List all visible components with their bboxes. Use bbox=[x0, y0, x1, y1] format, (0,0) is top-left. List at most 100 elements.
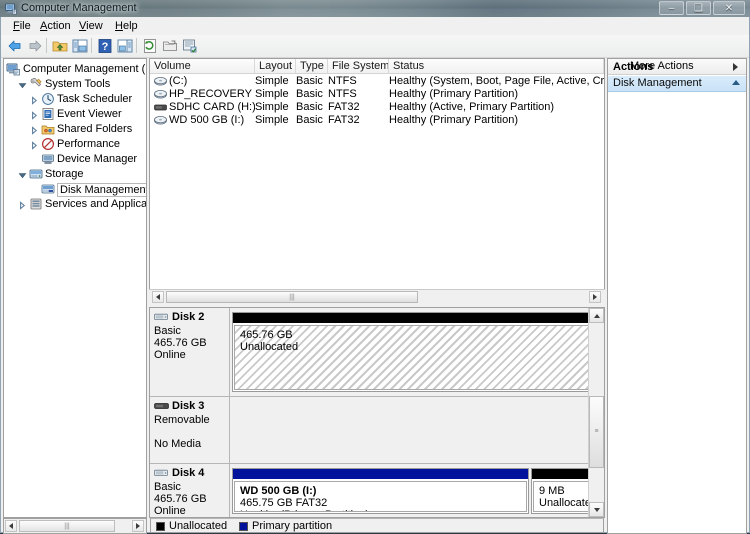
tree-item-performance[interactable]: Performance bbox=[4, 137, 146, 152]
show-hide-action-pane-icon[interactable] bbox=[117, 38, 133, 54]
volume-row[interactable]: WD 500 GB (I:) Simple Basic FAT32 Healthy (P… bbox=[150, 114, 604, 127]
list-scroll-left-button[interactable] bbox=[152, 291, 164, 303]
list-scroll-thumb[interactable]: ||| bbox=[166, 291, 418, 303]
menu-help[interactable]: Help bbox=[111, 20, 142, 32]
disk-graphical-view[interactable]: Disk 2 Basic 465.76 GB Online 465.76 GB Unall… bbox=[149, 307, 605, 518]
column-header-type[interactable]: Type bbox=[296, 59, 328, 73]
refresh-icon[interactable] bbox=[142, 38, 158, 54]
console-tree[interactable]: Computer Management (Local System Tools Ta… bbox=[3, 58, 147, 518]
storage-icon bbox=[29, 169, 43, 179]
tree-item-system-tools[interactable]: System Tools bbox=[4, 77, 146, 92]
system-tools-icon bbox=[30, 78, 42, 87]
column-header-status[interactable]: Status bbox=[389, 59, 604, 73]
performance-icon bbox=[41, 137, 55, 151]
partition[interactable]: 9 MB Unallocate bbox=[531, 468, 591, 514]
disk-name: Disk 3 bbox=[172, 400, 205, 412]
title-bar[interactable]: Computer Management – ❑ ✕ bbox=[0, 0, 750, 17]
client-area: File Action View Help ? Computer Managem… bbox=[0, 17, 750, 534]
partition-body: WD 500 GB (I:)465.75 GB FAT32Healthy (Pr… bbox=[234, 481, 527, 512]
removable-disk-icon bbox=[154, 403, 169, 409]
volume-icon bbox=[154, 77, 167, 86]
chevron-up-icon[interactable] bbox=[732, 80, 740, 85]
tree-item-task-scheduler[interactable]: Task Scheduler bbox=[4, 92, 146, 107]
legend-swatch bbox=[239, 522, 248, 531]
actions-group-label: Disk Management bbox=[613, 77, 702, 89]
disk-line-1: Removable bbox=[154, 414, 210, 426]
tree-scroll-right-button[interactable] bbox=[132, 520, 144, 532]
tree-item-storage[interactable]: Storage bbox=[4, 167, 146, 182]
graph-scroll-thumb[interactable]: ≡ bbox=[589, 396, 604, 468]
tree-item-event-viewer[interactable]: Event Viewer bbox=[4, 107, 146, 122]
chevron-right-icon[interactable] bbox=[733, 63, 738, 71]
partition-body: 465.76 GB Unallocated bbox=[234, 325, 590, 390]
action-item-more-actions[interactable]: More Actions bbox=[608, 59, 746, 75]
cell-volume: HP_RECOVERY (D:) bbox=[169, 88, 255, 100]
disk-info-panel[interactable]: Disk 4 Basic 465.76 GB Online bbox=[150, 464, 230, 517]
tree-item-shared-folders[interactable]: Shared Folders bbox=[4, 122, 146, 137]
volume-icon bbox=[154, 116, 167, 125]
tree-item-disk-management[interactable]: Disk Management bbox=[4, 182, 146, 197]
tree-expander-collapsed-icon[interactable] bbox=[30, 126, 39, 135]
partition-label-1: 465.76 GB bbox=[240, 329, 293, 341]
tree-item-services-and-applications[interactable]: Services and Applications bbox=[4, 197, 146, 212]
close-button[interactable]: ✕ bbox=[713, 1, 745, 15]
legend-label: Unallocated bbox=[169, 520, 228, 532]
tree-scroll-thumb[interactable]: ||| bbox=[19, 520, 115, 532]
tree-horizontal-scrollbar[interactable]: ||| bbox=[3, 518, 147, 534]
tree-expander-expanded-icon[interactable] bbox=[18, 81, 27, 90]
minimize-button[interactable]: – bbox=[659, 1, 684, 15]
tree-item-device-manager[interactable]: Device Manager bbox=[4, 152, 146, 167]
partition[interactable]: 465.76 GB Unallocated bbox=[232, 312, 592, 392]
volume-row[interactable]: HP_RECOVERY (D:)Simple Basic NTFS Healthy (… bbox=[150, 88, 604, 101]
volume-list-horizontal-scrollbar[interactable]: ||| bbox=[149, 289, 605, 305]
rescan-disks-icon[interactable] bbox=[182, 38, 198, 54]
graph-vertical-scrollbar[interactable]: ≡ bbox=[588, 308, 604, 517]
up-folder-icon[interactable] bbox=[52, 38, 68, 54]
graph-scroll-down-button[interactable] bbox=[589, 502, 604, 517]
volume-row[interactable]: SDHC CARD (H:) Simple Basic FAT32 Healthy (A… bbox=[150, 101, 604, 114]
tree-expander-expanded-icon[interactable] bbox=[18, 171, 27, 180]
menu-file[interactable]: File bbox=[9, 20, 35, 32]
forward-icon[interactable] bbox=[27, 38, 43, 54]
column-header-file-system[interactable]: File System bbox=[328, 59, 389, 73]
disk-info-panel[interactable]: Disk 3 Removable No Media bbox=[150, 397, 230, 464]
cell-status: Healthy (Active, Primary Partition) bbox=[389, 101, 555, 113]
tree-expander-collapsed-icon[interactable] bbox=[30, 111, 39, 120]
tree-expander-collapsed-icon[interactable] bbox=[30, 96, 39, 105]
disk-line-3: Online bbox=[154, 349, 186, 361]
back-icon[interactable] bbox=[7, 38, 23, 54]
partition[interactable]: WD 500 GB (I:)465.75 GB FAT32Healthy (Pr… bbox=[232, 468, 529, 514]
menu-action[interactable]: Action bbox=[36, 20, 75, 32]
services-icon bbox=[30, 198, 42, 210]
partition-body: 9 MB Unallocate bbox=[533, 481, 589, 512]
cell-volume: (C:) bbox=[169, 75, 188, 87]
disk-partition-area: 465.76 GB Unallocated bbox=[230, 308, 604, 397]
disk-legend: Unallocated Primary partition bbox=[150, 518, 604, 533]
actions-group-header[interactable]: Disk Management bbox=[608, 76, 746, 92]
disk-block: Disk 2 Basic 465.76 GB Online 465.76 GB Unall… bbox=[150, 308, 604, 397]
menu-view[interactable]: View bbox=[75, 20, 107, 32]
tree-item-label: Computer Management (Local bbox=[23, 63, 146, 75]
volume-icon bbox=[154, 90, 167, 99]
tree-expander-collapsed-icon[interactable] bbox=[18, 201, 27, 210]
maximize-button[interactable]: ❑ bbox=[686, 1, 711, 15]
tree-expander-collapsed-icon[interactable] bbox=[30, 141, 39, 150]
partition-label-1: WD 500 GB (I:) bbox=[240, 485, 317, 497]
removable-volume-icon bbox=[154, 104, 167, 111]
show-hide-console-tree-icon[interactable] bbox=[72, 38, 88, 54]
cell-volume: WD 500 GB (I:) bbox=[169, 114, 245, 126]
volume-list[interactable]: Volume Layout Type File System Status (C:) Si… bbox=[149, 58, 605, 304]
properties-icon[interactable] bbox=[162, 38, 178, 54]
volume-row[interactable]: (C:) Simple Basic NTFS Healthy (System, Boot… bbox=[150, 75, 604, 88]
event-viewer-icon bbox=[42, 108, 54, 120]
graph-scroll-up-button[interactable] bbox=[589, 308, 604, 323]
column-header-layout[interactable]: Layout bbox=[255, 59, 296, 73]
cell-status: Healthy (Primary Partition) bbox=[389, 114, 518, 126]
disk-info-panel[interactable]: Disk 2 Basic 465.76 GB Online bbox=[150, 308, 230, 397]
tree-scroll-left-button[interactable] bbox=[5, 520, 17, 532]
column-header-volume[interactable]: Volume bbox=[150, 59, 255, 73]
toolbar: ? bbox=[1, 35, 749, 58]
cell-type: Basic bbox=[296, 114, 323, 126]
help-icon[interactable]: ? bbox=[97, 38, 113, 54]
list-scroll-right-button[interactable] bbox=[589, 291, 601, 303]
